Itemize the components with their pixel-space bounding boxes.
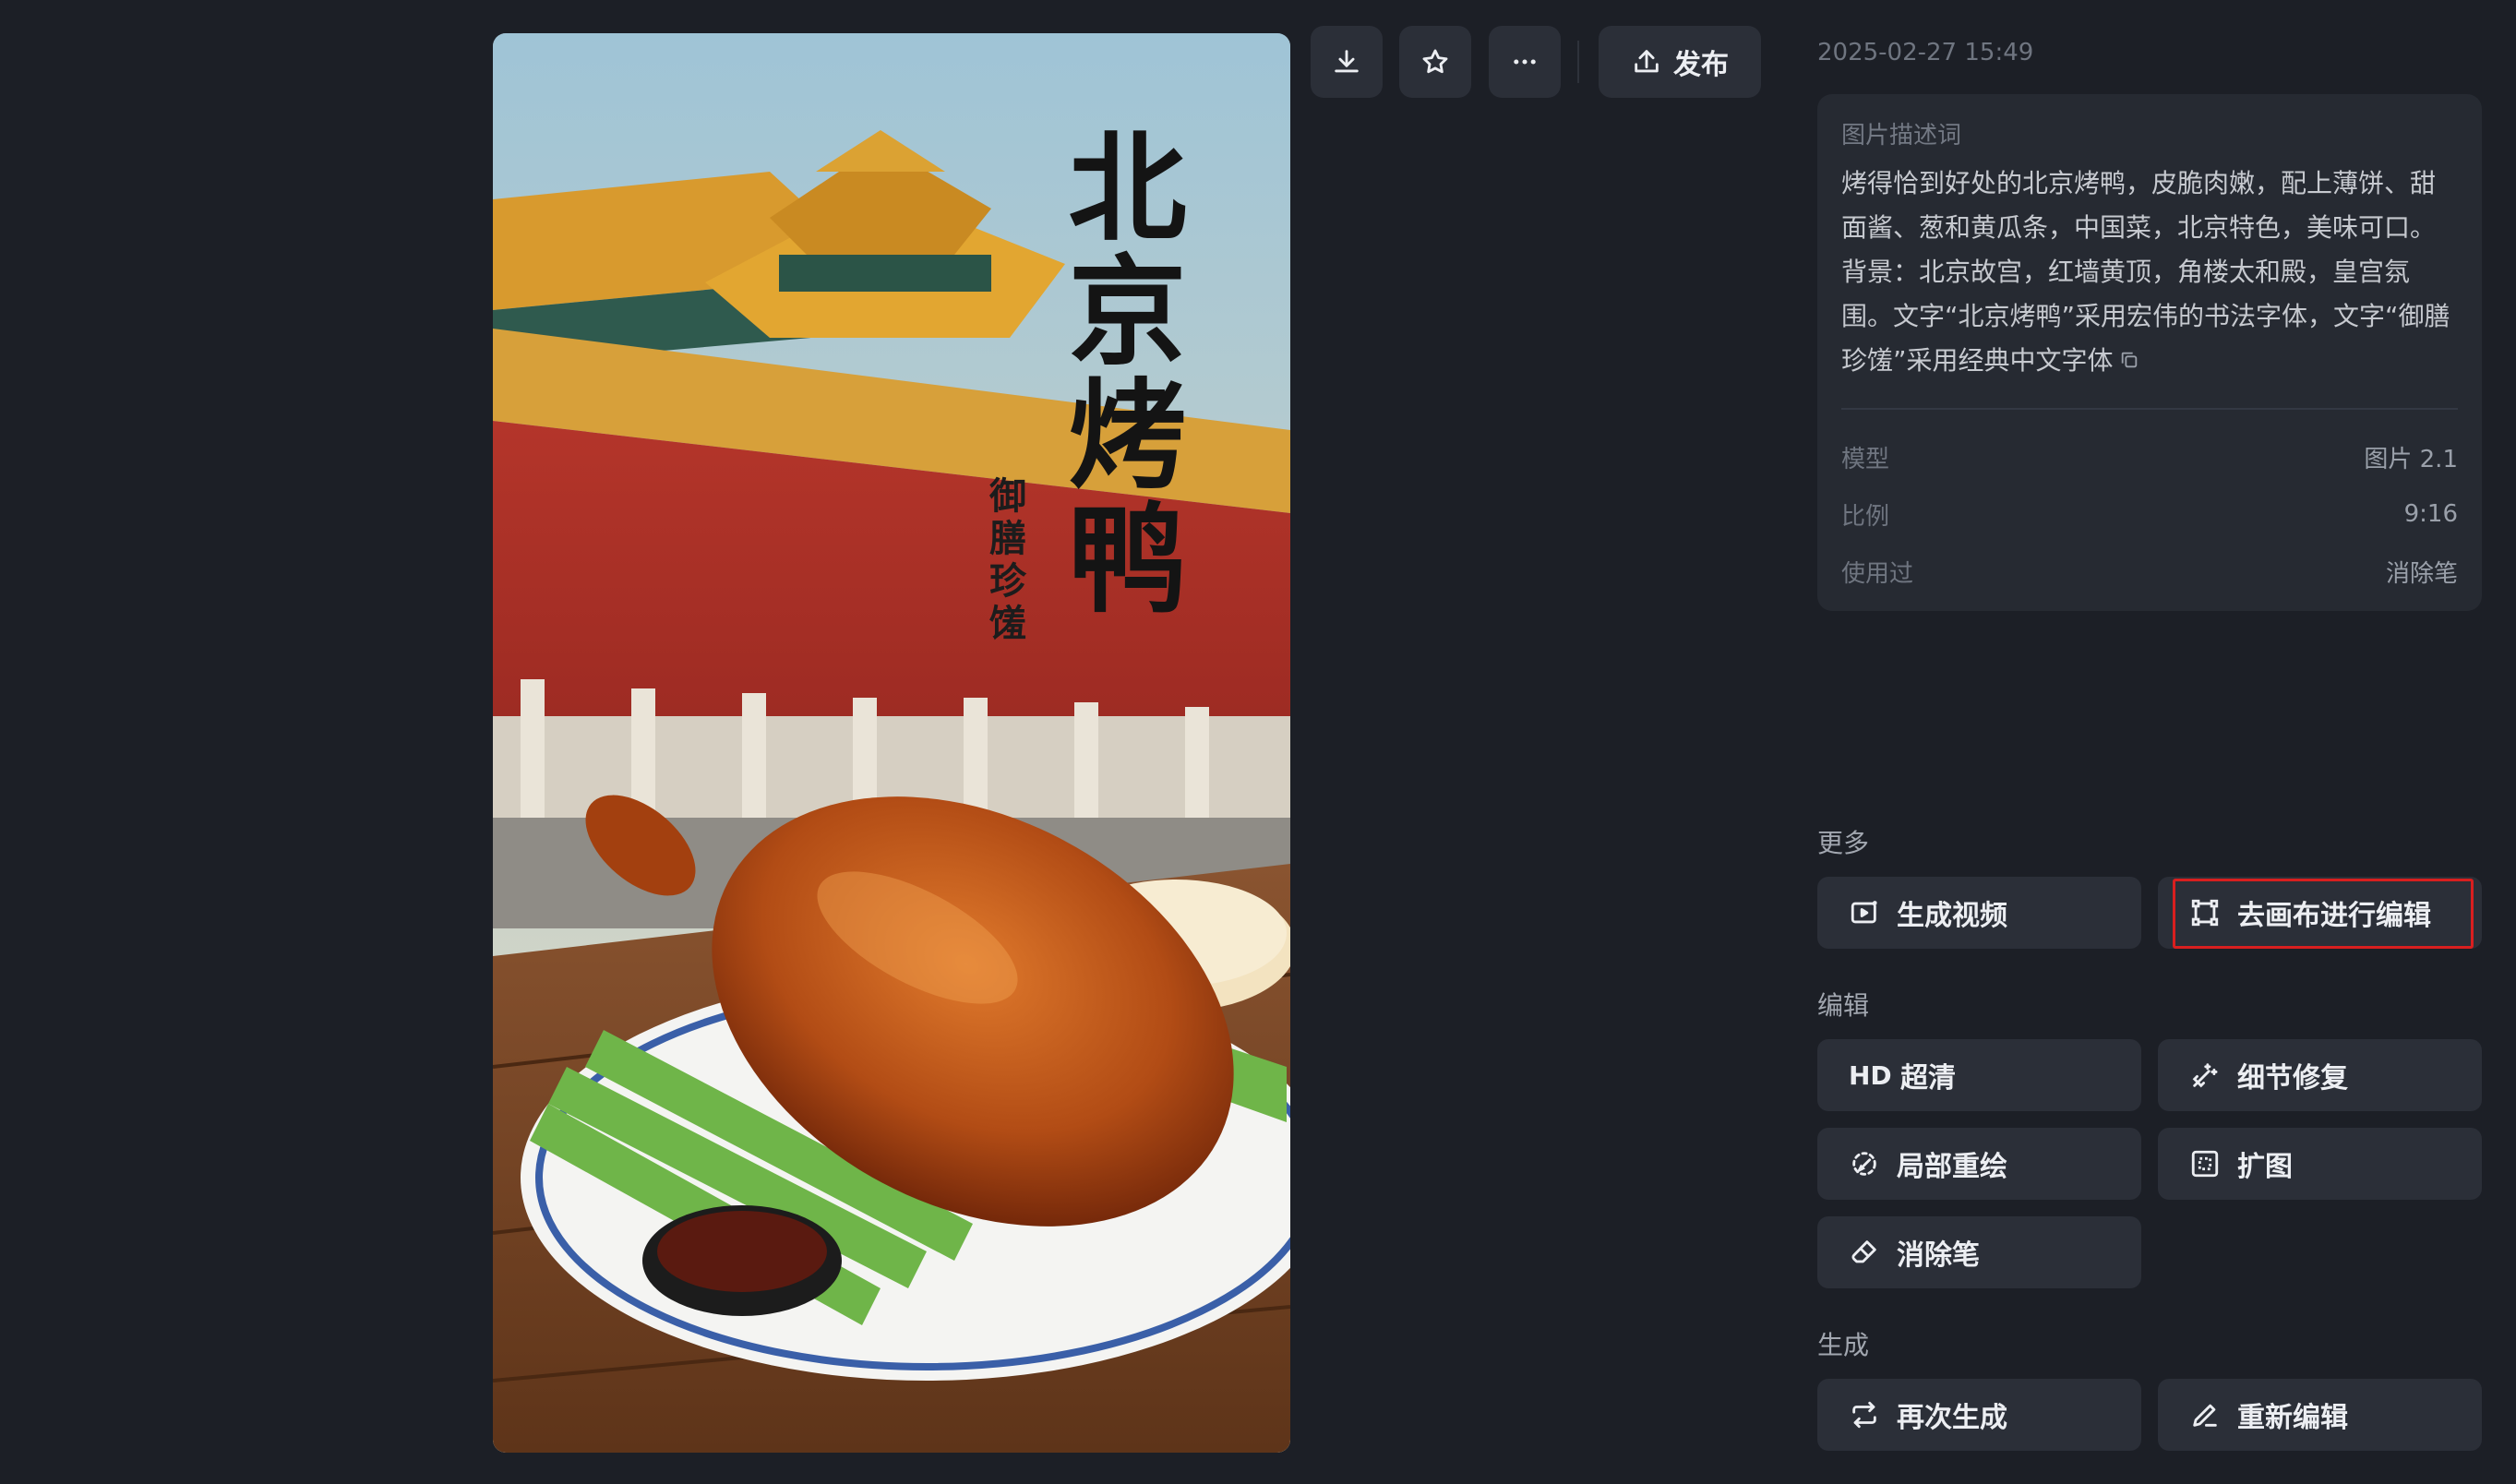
prompt-text-block: 烤得恰到好处的北京烤鸭，皮脆肉嫩，配上薄饼、甜面酱、葱和黄瓜条，中国菜，北京特色…	[1841, 162, 2458, 384]
regenerate-icon	[1852, 1401, 1876, 1429]
detail-repair-label: 细节修复	[2237, 1062, 2348, 1095]
publish-button[interactable]: 发布	[1599, 26, 1761, 98]
regenerate-label: 再次生成	[1897, 1402, 2007, 1434]
partial-repaint-icon	[1852, 1152, 1876, 1176]
meta-row-ratio: 比例 9:16	[1841, 485, 2458, 543]
expand-image-icon	[2191, 1150, 2219, 1178]
toolbar-divider	[1577, 41, 1579, 83]
poster-subtitle-text: 御膳珍馐	[983, 476, 1026, 646]
detail-repair-button[interactable]: 细节修复	[2158, 1039, 2482, 1111]
meta-key: 比例	[1841, 502, 1890, 531]
generate-video-button[interactable]: 生成视频	[1817, 877, 2141, 949]
eraser-label: 消除笔	[1897, 1239, 1980, 1272]
favorite-button[interactable]	[1399, 26, 1471, 98]
star-icon	[1422, 49, 1448, 74]
expand-image-label: 扩图	[2237, 1151, 2293, 1183]
meta-key: 模型	[1841, 445, 1890, 473]
partial-repaint-button[interactable]: 局部重绘	[1817, 1128, 2141, 1200]
meta-value: 9:16	[2403, 500, 2458, 528]
creation-timestamp: 2025-02-27 15:49	[1817, 39, 2034, 66]
hd-upscale-label: 超清	[1900, 1062, 1956, 1095]
edit-on-canvas-button[interactable]: 去画布进行编辑	[2158, 877, 2482, 949]
re-edit-button[interactable]: 重新编辑	[2158, 1379, 2482, 1451]
more-horizontal-icon	[1514, 59, 1536, 65]
regenerate-button[interactable]: 再次生成	[1817, 1379, 2141, 1451]
prompt-info-card: 图片描述词 烤得恰到好处的北京烤鸭，皮脆肉嫩，配上薄饼、甜面酱、葱和黄瓜条，中国…	[1817, 94, 2482, 611]
hd-upscale-button[interactable]: HD 超清	[1817, 1039, 2141, 1111]
generated-image[interactable]: 北京烤鸭 御膳珍馐	[493, 33, 1290, 1453]
expand-image-button[interactable]: 扩图	[2158, 1128, 2482, 1200]
eraser-icon	[1851, 1240, 1876, 1263]
download-button[interactable]	[1311, 26, 1383, 98]
eraser-button[interactable]: 消除笔	[1817, 1216, 2141, 1288]
re-edit-label: 重新编辑	[2237, 1402, 2348, 1434]
prompt-text: 烤得恰到好处的北京烤鸭，皮脆肉嫩，配上薄饼、甜面酱、葱和黄瓜条，中国菜，北京特色…	[1841, 168, 2450, 376]
meta-row-used: 使用过 消除笔	[1841, 543, 2458, 600]
video-generate-icon	[1851, 901, 1877, 924]
meta-value: 消除笔	[2385, 559, 2458, 588]
magic-wand-icon	[2192, 1063, 2218, 1088]
canvas-edit-icon	[2191, 899, 2219, 927]
upload-icon	[1635, 50, 1659, 73]
section-title-edit: 编辑	[1817, 990, 1870, 1021]
card-divider	[1841, 408, 2458, 410]
meta-row-model: 模型 图片 2.1	[1841, 428, 2458, 485]
section-title-more: 更多	[1817, 828, 1870, 858]
more-options-button[interactable]	[1489, 26, 1561, 98]
copy-icon[interactable]	[2119, 340, 2139, 384]
pencil-icon	[2193, 1404, 2217, 1427]
poster-title-text: 北京烤鸭	[1048, 126, 1186, 620]
meta-value: 图片 2.1	[2364, 445, 2458, 473]
section-title-generate: 生成	[1817, 1330, 1870, 1360]
generate-video-label: 生成视频	[1897, 900, 2007, 932]
edit-on-canvas-label: 去画布进行编辑	[2237, 900, 2431, 932]
download-icon	[1335, 50, 1359, 73]
partial-repaint-label: 局部重绘	[1897, 1151, 2007, 1183]
hd-icon: HD	[1849, 1059, 1892, 1091]
prompt-label: 图片描述词	[1841, 122, 1962, 150]
meta-key: 使用过	[1841, 559, 1914, 588]
publish-label: 发布	[1673, 49, 1729, 81]
